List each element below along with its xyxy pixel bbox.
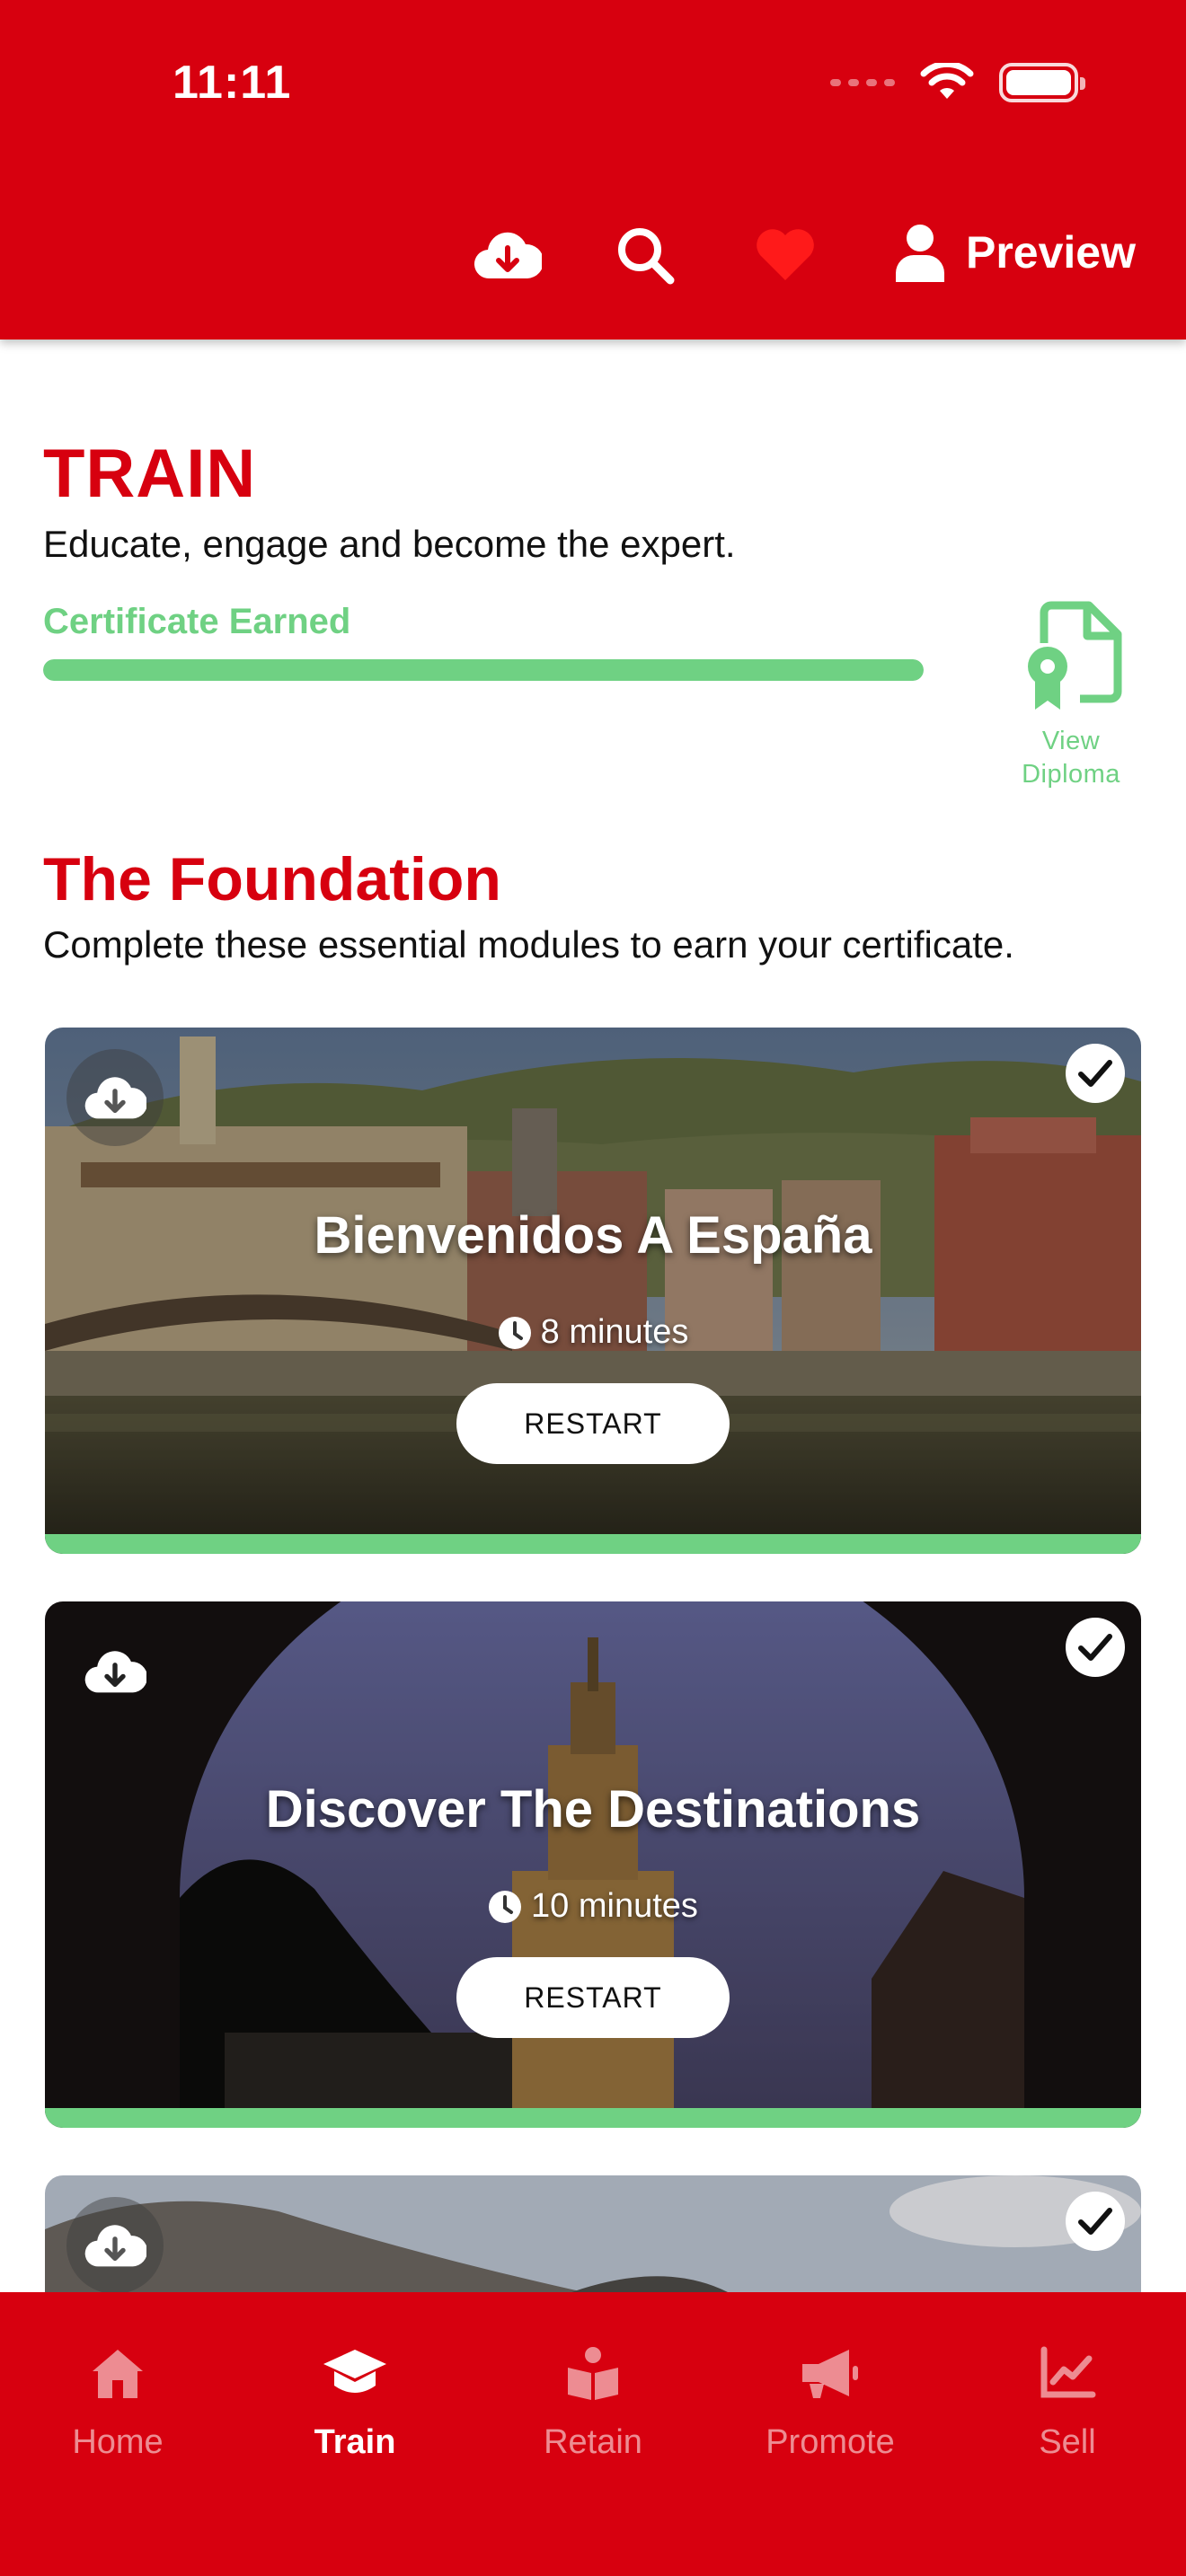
module-progress-bar (45, 1534, 1141, 1554)
tab-label: Retain (544, 2423, 642, 2461)
module-duration-text: 8 minutes (540, 1313, 689, 1351)
bottom-tab-bar: Home Train Retain Promote Sell (0, 2292, 1186, 2576)
wifi-icon (920, 63, 974, 99)
home-icon (93, 2350, 143, 2398)
clock-icon (498, 1316, 531, 1349)
signal-icon (830, 79, 895, 86)
search-button[interactable] (609, 219, 681, 291)
module-duration-text: 10 minutes (531, 1887, 698, 1925)
checkmark-icon (1078, 2208, 1112, 2235)
module-progress-bar (45, 2108, 1141, 2128)
tab-promote[interactable]: Promote (731, 2339, 929, 2462)
completed-check-badge (1066, 1618, 1125, 1677)
checkmark-icon (1078, 1634, 1112, 1661)
megaphone-icon (802, 2350, 858, 2398)
preview-button[interactable]: Preview (894, 223, 1136, 282)
user-icon (895, 225, 944, 282)
page-title: TRAIN (43, 436, 257, 512)
status-time: 11:11 (173, 57, 292, 109)
cloud-download-icon (84, 1077, 146, 1119)
cloud-download-icon (474, 232, 542, 279)
module-download-button[interactable] (66, 1623, 164, 1720)
diploma-label-line1: View (1041, 727, 1101, 755)
section-subtitle: Complete these essential modules to earn… (43, 923, 1014, 966)
certificate-label: Certificate Earned (43, 602, 351, 641)
page-subtitle: Educate, engage and become the expert. (43, 523, 736, 565)
tab-label: Sell (1039, 2423, 1096, 2461)
tab-label: Promote (766, 2423, 895, 2461)
battery-icon (999, 63, 1085, 102)
header-toolbar: Preview (0, 216, 1186, 296)
graduation-cap-icon (323, 2350, 386, 2393)
chart-line-icon (1040, 2346, 1096, 2398)
completed-check-badge (1066, 2192, 1125, 2251)
checkmark-icon (1078, 1060, 1112, 1087)
heart-icon (757, 229, 814, 280)
cloud-download-button[interactable] (472, 219, 544, 291)
module-duration: 8 minutes (45, 1313, 1141, 1352)
view-diploma-button[interactable]: View Diploma (997, 600, 1145, 791)
favorites-button[interactable] (749, 219, 821, 291)
tab-home[interactable]: Home (19, 2339, 217, 2462)
module-title: Bienvenidos A España (314, 1206, 872, 1265)
module-duration: 10 minutes (45, 1887, 1141, 1926)
clock-icon (489, 1890, 522, 1923)
tab-label: Home (72, 2423, 164, 2461)
module-card[interactable]: Bienvenidos A España 8 minutes RESTART (45, 1028, 1141, 1554)
tab-label: Train (314, 2423, 396, 2461)
search-icon (618, 228, 675, 285)
module-download-button[interactable] (66, 1049, 164, 1146)
reader-icon (568, 2347, 618, 2400)
certificate-progress-fill (43, 659, 924, 681)
restart-button[interactable]: RESTART (456, 1383, 730, 1464)
app-header: 11:11 Preview (0, 0, 1186, 340)
certificate-progress-bar (43, 659, 924, 681)
module-title: Discover The Destinations (265, 1780, 921, 1839)
diploma-label-line2: Diploma (1022, 760, 1120, 789)
module-card[interactable]: Discover The Destinations 10 minutes RES… (45, 1601, 1141, 2128)
section-title: The Foundation (43, 845, 501, 913)
cloud-download-icon (84, 2225, 146, 2267)
status-indicators (830, 63, 1085, 102)
restart-button[interactable]: RESTART (456, 1957, 730, 2038)
cloud-download-icon (84, 1651, 146, 1693)
preview-label: Preview (965, 227, 1136, 278)
tab-retain[interactable]: Retain (494, 2339, 692, 2462)
tab-sell[interactable]: Sell (969, 2339, 1166, 2462)
completed-check-badge (1066, 1044, 1125, 1103)
tab-train[interactable]: Train (256, 2339, 454, 2462)
diploma-icon (1028, 601, 1122, 710)
module-download-button[interactable] (66, 2197, 164, 2294)
